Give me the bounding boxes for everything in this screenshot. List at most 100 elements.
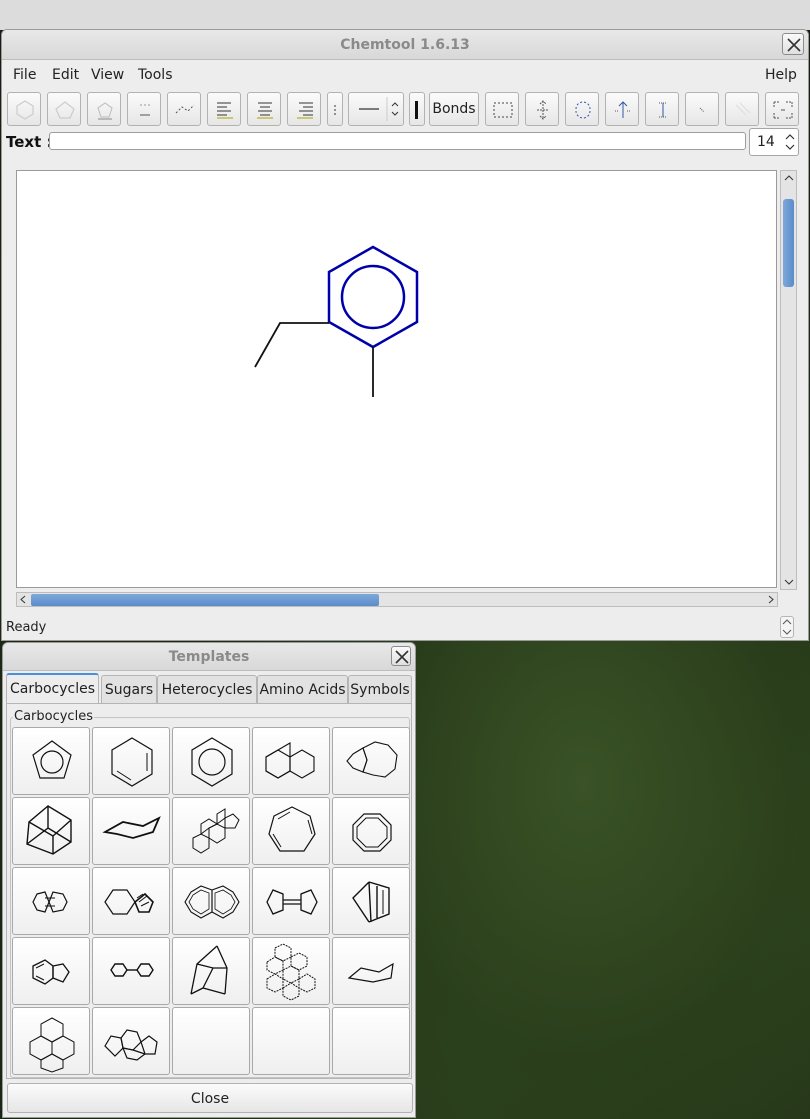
template-chair-cyclohexane[interactable] [92,797,170,865]
template-cyclooctatetraene[interactable] [332,797,410,865]
scroll-left-icon[interactable] [17,593,29,606]
select-rectangle-icon [493,102,513,118]
benzene-icon [191,737,233,787]
line-style-button[interactable] [327,92,343,126]
cyclohexadiene-icon [111,737,153,787]
desktop-top-strip [0,0,810,30]
scroll-up-icon[interactable] [781,171,796,185]
bonds-button[interactable]: Bonds [429,92,479,126]
line-width-button[interactable] [409,92,425,126]
ethyl-substituent[interactable] [254,322,329,368]
tool-bond-button[interactable] [127,92,161,126]
template-empty-3[interactable] [332,1007,410,1075]
window-close-button[interactable] [782,33,804,55]
tool-draw-hexagon-button[interactable] [7,92,41,126]
biphenyl-icon [110,963,154,977]
ring-icon [97,102,113,120]
erase-button[interactable] [685,92,719,126]
rotate-icon [575,101,591,119]
align-right-button[interactable] [287,92,321,126]
line-type-combo[interactable] [348,92,404,126]
delete-button[interactable] [725,92,759,126]
align-left-button[interactable] [207,92,241,126]
tab-symbols[interactable]: Symbols [348,675,412,703]
vertical-scroll-thumb[interactable] [783,199,794,287]
chair-icon [347,962,394,983]
window-titlebar[interactable]: Chemtool 1.6.13 [2,30,808,60]
polycyclic-cage-icon [29,1017,75,1073]
move-button[interactable] [525,92,559,126]
templates-titlebar[interactable]: Templates [3,643,415,671]
spiro-icon [104,889,154,915]
scroll-right-icon[interactable] [765,593,777,606]
text-entry-row: Text : 14 [2,128,808,158]
menu-view[interactable]: View [91,61,124,89]
cyclopentadienyl-icon [32,740,72,779]
font-size-value: 14 [757,134,775,150]
close-icon [395,650,409,664]
align-right-icon [297,102,313,119]
tab-carbocycles[interactable]: Carbocycles [6,673,99,704]
thick-line-icon [415,101,418,119]
template-polycyclic-aromatic[interactable] [252,937,330,1005]
template-azulene[interactable] [332,727,410,795]
text-input[interactable] [49,132,746,150]
templates-close-button[interactable]: Close [7,1083,413,1113]
template-dodecahedrane[interactable] [12,1007,90,1075]
align-left-icon [217,102,233,119]
molecule-drawing[interactable] [17,171,776,587]
template-empty-2[interactable] [252,1007,330,1075]
tab-heterocycles[interactable]: Heterocycles [157,675,257,703]
template-cyclopentadienyl[interactable] [12,727,90,795]
template-benzene[interactable] [172,727,250,795]
menubar: File Edit View Tools Help [2,61,808,89]
select-rect-button[interactable] [485,92,519,126]
template-tetracyclic[interactable] [92,1007,170,1075]
canvas-vertical-scrollbar[interactable] [780,170,797,590]
template-spiro[interactable] [92,867,170,935]
template-naphthalene[interactable] [252,727,330,795]
template-barrelene[interactable] [332,867,410,935]
steroid-icon [192,808,240,854]
menu-file[interactable]: File [13,61,36,89]
menu-tools[interactable]: Tools [138,61,173,89]
flip-horizontal-button[interactable] [605,92,639,126]
window-title: Chemtool 1.6.13 [340,37,470,53]
status-spinner[interactable] [780,616,794,638]
template-empty-1[interactable] [172,1007,250,1075]
template-heptalene[interactable] [172,867,250,935]
norbornane-icon [190,945,228,995]
template-adamantane[interactable] [12,797,90,865]
tool-chain-button[interactable] [167,92,201,126]
tool-draw-pentagon-button[interactable] [47,92,81,126]
select-all-button[interactable] [765,92,799,126]
flip-vertical-button[interactable] [645,92,679,126]
eraser-icon [735,102,751,116]
template-cyclohexane[interactable] [92,727,170,795]
template-pentalene[interactable] [12,867,90,935]
menu-edit[interactable]: Edit [52,61,79,89]
template-indane[interactable] [12,937,90,1005]
templates-close-x-button[interactable] [391,646,411,666]
rotate-button[interactable] [565,92,599,126]
drawing-canvas[interactable] [16,170,777,588]
template-cycloheptatriene[interactable] [252,797,330,865]
canvas-horizontal-scrollbar[interactable] [16,592,778,607]
tab-amino-acids[interactable]: Amino Acids [257,675,348,703]
menu-help[interactable]: Help [765,61,797,89]
barrelene-icon [352,881,390,923]
cycloheptatriene-icon [268,806,316,852]
template-norbornane[interactable] [172,937,250,1005]
template-steroid[interactable] [172,797,250,865]
template-cyclohexane-chair-2[interactable] [332,937,410,1005]
template-biphenyl[interactable] [92,937,170,1005]
horizontal-scroll-thumb[interactable] [31,594,379,606]
align-center-button[interactable] [247,92,281,126]
font-size-spinner[interactable]: 14 [749,128,799,156]
template-fulvalene[interactable] [252,867,330,935]
spinner-arrows-icon[interactable] [785,133,795,151]
tab-sugars[interactable]: Sugars [101,675,157,703]
scroll-down-icon[interactable] [781,575,796,589]
tool-ring-button[interactable] [87,92,121,126]
bond-icon [140,104,150,116]
